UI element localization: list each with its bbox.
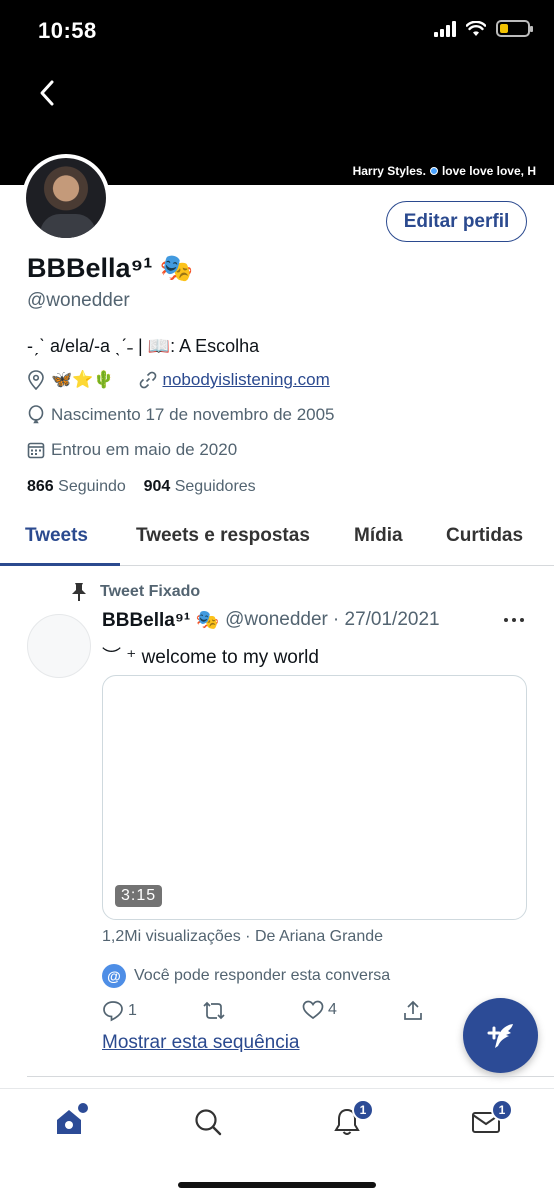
profile-bio: -ˏˋ a/ela/-a ˎˊ˗ | 📖: A Escolha	[27, 336, 260, 356]
back-chevron-icon[interactable]	[34, 76, 62, 110]
home-new-indicator	[78, 1103, 88, 1113]
tweet-date: · 27/01/2021	[332, 609, 440, 630]
tweet-divider	[27, 1076, 554, 1077]
tweet-text: ︶ ⁺ welcome to my world	[102, 647, 319, 668]
pinned-tweet-label: Tweet Fixado	[100, 583, 201, 600]
balloon-icon	[28, 405, 44, 424]
tab-tweets-and-replies[interactable]: Tweets e respostas	[136, 525, 310, 547]
now-playing: Harry Styles. love love love, H	[353, 164, 536, 178]
tweet-video[interactable]: 3:15	[102, 675, 527, 920]
profile-birthday: Nascimento 17 de novembro de 2005	[51, 405, 335, 424]
video-duration: 3:15	[115, 885, 163, 907]
profile-joined: Entrou em maio de 2020	[51, 440, 238, 459]
location-pin-icon	[28, 370, 44, 390]
reply-button[interactable]: 1	[102, 1000, 137, 1022]
reply-icon	[103, 1001, 123, 1022]
tab-media[interactable]: Mídia	[354, 525, 403, 547]
profile-handle: @wonedder	[27, 290, 130, 311]
follow-stats: 866 Seguindo 904 Seguidores	[27, 478, 256, 496]
reply-count: 1	[128, 1002, 137, 1019]
heart-icon	[302, 1000, 324, 1020]
like-count: 4	[328, 1001, 337, 1018]
reply-permission-text: Você pode responder esta conversa	[134, 967, 391, 984]
nav-home[interactable]	[54, 1103, 88, 1142]
verified-dot-icon	[429, 167, 438, 175]
tab-tweets[interactable]: Tweets	[25, 525, 88, 547]
edit-profile-button[interactable]: Editar perfil	[386, 201, 527, 242]
tab-likes[interactable]: Curtidas	[446, 525, 523, 547]
nav-messages[interactable]: 1	[471, 1099, 513, 1142]
now-playing-artist: Harry Styles.	[352, 164, 426, 178]
profile-tabs: Tweets Tweets e respostas Mídia Curtidas	[0, 520, 554, 566]
link-icon	[139, 371, 156, 389]
profile-avatar[interactable]	[22, 154, 110, 242]
compose-feather-icon	[487, 1023, 513, 1048]
status-icons	[434, 20, 533, 37]
now-playing-text: love love love, H	[441, 164, 536, 178]
calendar-icon	[27, 442, 45, 459]
messages-badge: 1	[491, 1099, 513, 1121]
profile-name: BBBella⁹¹ 🎭	[27, 253, 194, 283]
cellular-signal-icon	[434, 20, 456, 37]
profile-location: 🦋⭐🌵	[51, 370, 115, 389]
nav-notifications[interactable]: 1	[332, 1099, 374, 1142]
pin-icon	[72, 583, 86, 601]
retweet-button[interactable]	[202, 1000, 226, 1022]
show-thread-link[interactable]: Mostrar esta sequência	[102, 1032, 300, 1054]
search-icon	[195, 1109, 222, 1136]
avatar-image	[26, 158, 106, 238]
profile-birthday-row: Nascimento 17 de novembro de 2005	[27, 405, 335, 425]
wifi-icon	[466, 20, 486, 36]
profile-location-website: 🦋⭐🌵 nobodyislistening.com	[27, 370, 330, 390]
following-label: Seguindo	[58, 478, 126, 495]
at-sign-icon: @	[102, 964, 126, 988]
pinned-tweet-label-row: Tweet Fixado	[70, 582, 200, 602]
compose-tweet-button[interactable]	[463, 998, 538, 1073]
profile-website-link[interactable]: nobodyislistening.com	[163, 370, 330, 390]
share-button[interactable]	[402, 1000, 424, 1022]
followers-label: Seguidores	[174, 478, 256, 495]
share-icon	[404, 1000, 422, 1020]
tweet-author-name[interactable]: BBBella⁹¹ 🎭	[102, 608, 219, 632]
followers-stat[interactable]: 904 Seguidores	[144, 478, 256, 495]
following-count: 866	[27, 478, 54, 495]
followers-count: 904	[143, 478, 171, 495]
like-button[interactable]: 4	[302, 1000, 337, 1020]
battery-icon	[496, 20, 533, 37]
following-stat[interactable]: 866 Seguindo	[27, 478, 126, 495]
notifications-badge: 1	[352, 1099, 374, 1121]
tweet-header: BBBella⁹¹ 🎭 @wonedder · 27/01/2021	[102, 608, 440, 632]
video-views: 1,2Mi visualizações · De Ariana Grande	[102, 928, 384, 945]
reply-permission: @ Você pode responder esta conversa	[102, 964, 390, 988]
more-options-icon[interactable]	[504, 618, 524, 622]
home-indicator	[178, 1182, 376, 1188]
profile-joined-row: Entrou em maio de 2020	[27, 440, 237, 460]
status-time: 10:58	[38, 18, 97, 43]
tweet-author-avatar[interactable]	[27, 614, 91, 678]
tweet-author-handle: @wonedder	[225, 609, 328, 630]
nav-search[interactable]	[193, 1107, 223, 1142]
active-tab-indicator	[0, 563, 120, 566]
retweet-icon	[203, 1001, 225, 1020]
